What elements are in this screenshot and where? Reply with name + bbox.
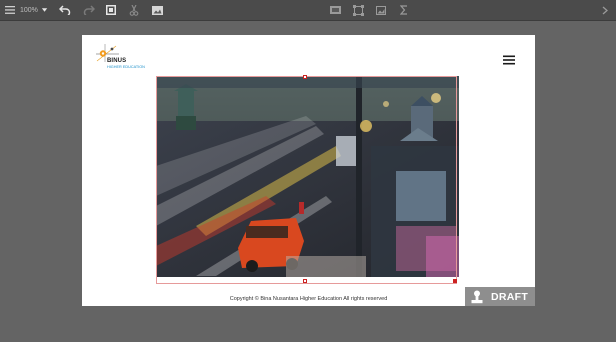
chevron-right-icon[interactable] [598,3,612,17]
toolbar: 100% [0,0,616,21]
binus-logo: BINUS HIGHER EDUCATION [94,43,156,73]
sigma-icon[interactable] [397,3,411,17]
page-canvas: BINUS HIGHER EDUCATION Copyright © Bina … [82,35,535,306]
logo-name: BINUS [107,58,127,64]
street-photo [156,76,459,277]
zoom-select[interactable]: 100% [20,3,48,17]
barcode-icon[interactable] [328,3,342,17]
menu-icon[interactable] [3,3,17,17]
image-frame-icon[interactable] [150,3,164,17]
chevron-down-icon [41,8,48,12]
redo-icon[interactable] [82,3,96,17]
zoom-value: 100% [20,6,38,14]
logo-subtitle: HIGHER EDUCATION [107,65,145,69]
photo-frame[interactable] [156,76,459,277]
crop-frame-icon[interactable] [351,3,365,17]
resize-handle-bottom[interactable] [303,279,307,283]
resize-handle-bottom-right[interactable] [453,279,457,283]
draft-badge: DRAFT [465,287,535,306]
hamburger-icon[interactable] [503,52,515,65]
stamp-icon [471,290,483,303]
fit-frame-icon[interactable] [104,3,118,17]
undo-icon[interactable] [58,3,72,17]
draft-label: DRAFT [491,290,529,303]
cut-icon[interactable] [127,3,141,17]
picture-icon[interactable] [374,3,388,17]
